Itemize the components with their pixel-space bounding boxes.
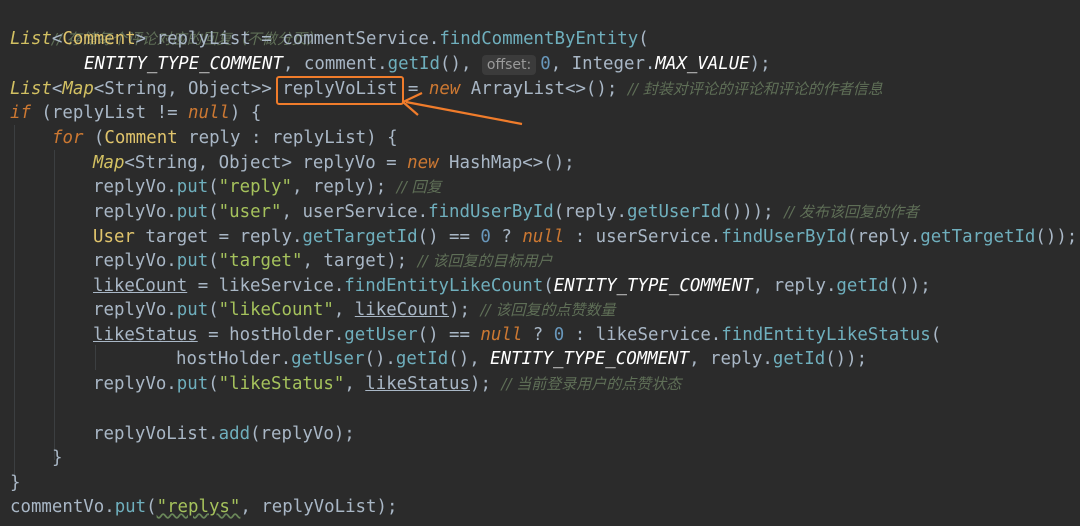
code-line-13: replyVo.put("likeCount", likeCount); // … — [93, 300, 616, 320]
code-line-8: replyVo.put("reply", reply); // 回复 — [93, 177, 442, 197]
code-line-20: } — [10, 473, 21, 493]
arrow-icon — [401, 92, 523, 126]
code-line-15: hostHolder.getUser().getId(), ENTITY_TYP… — [176, 349, 868, 369]
code-line-21: commentVo.put("replys", replyVoList); — [10, 497, 398, 517]
code-line-10: User target = reply.getTargetId() == 0 ?… — [93, 227, 1078, 247]
code-line-6: for (Comment reply : replyList) { — [52, 128, 398, 148]
code-line-16: replyVo.put("likeStatus", likeStatus); /… — [93, 374, 682, 394]
code-editor[interactable]: // 存储每个评论对应的回复（不做分页） List<Comment> reply… — [0, 0, 1080, 526]
indent-guide — [14, 125, 15, 485]
code-line-1: // 存储每个评论对应的回复（不做分页） — [51, 29, 322, 48]
code-line-3: ENTITY_TYPE_COMMENT, comment.getId(), of… — [84, 54, 771, 75]
parameter-hint: offset: — [481, 55, 537, 75]
code-line-11: replyVo.put("target", target); // 该回复的目标… — [93, 251, 553, 271]
highlight-box — [276, 76, 404, 105]
code-line-12: likeCount = likeService.findEntityLikeCo… — [93, 276, 931, 296]
indent-guide — [54, 150, 55, 460]
code-line-18: replyVoList.add(replyVo); — [93, 424, 355, 444]
code-line-9: replyVo.put("user", userService.findUser… — [93, 202, 919, 222]
code-line-7: Map<String, Object> replyVo = new HashMa… — [93, 153, 575, 173]
code-line-2: List<Comment> replyList = commentService… — [10, 29, 649, 49]
code-line-5: if (replyList != null) { — [10, 103, 262, 123]
code-line-19: } — [52, 448, 63, 468]
indent-guide — [95, 345, 96, 370]
code-line-14: likeStatus = hostHolder.getUser() == nul… — [93, 325, 942, 345]
